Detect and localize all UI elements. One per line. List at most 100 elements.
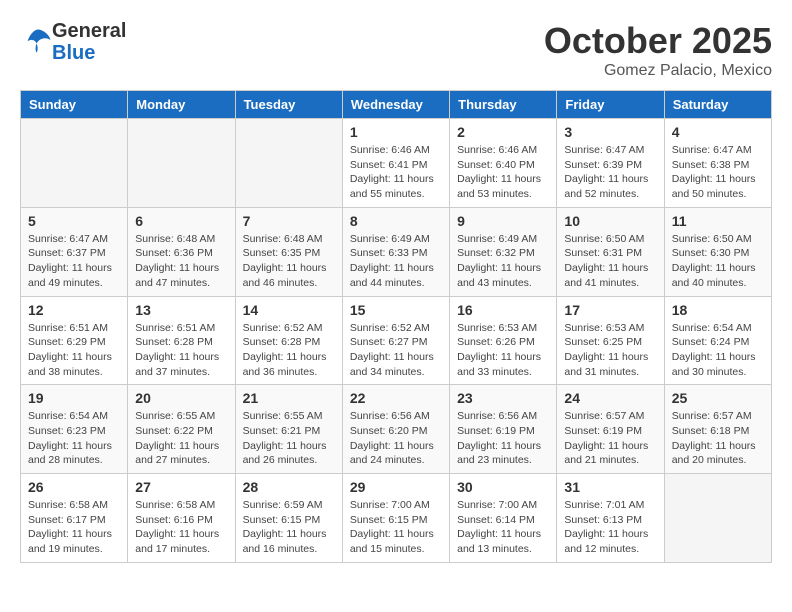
day-number: 10 <box>564 213 656 229</box>
day-info: Sunrise: 6:47 AMSunset: 6:39 PMDaylight:… <box>564 143 656 202</box>
calendar-week-row: 19 Sunrise: 6:54 AMSunset: 6:23 PMDayligh… <box>21 385 772 474</box>
day-info: Sunrise: 6:56 AMSunset: 6:19 PMDaylight:… <box>457 409 549 468</box>
day-info: Sunrise: 6:48 AMSunset: 6:35 PMDaylight:… <box>243 232 335 291</box>
day-info: Sunrise: 6:55 AMSunset: 6:22 PMDaylight:… <box>135 409 227 468</box>
day-number: 2 <box>457 124 549 140</box>
calendar-day-cell: 17 Sunrise: 6:53 AMSunset: 6:25 PMDayligh… <box>557 296 664 385</box>
day-number: 28 <box>243 479 335 495</box>
day-of-week-header: Wednesday <box>342 91 449 119</box>
day-number: 17 <box>564 302 656 318</box>
day-number: 20 <box>135 390 227 406</box>
day-number: 23 <box>457 390 549 406</box>
day-info: Sunrise: 6:47 AMSunset: 6:38 PMDaylight:… <box>672 143 764 202</box>
day-info: Sunrise: 6:55 AMSunset: 6:21 PMDaylight:… <box>243 409 335 468</box>
day-number: 29 <box>350 479 442 495</box>
calendar-day-cell <box>664 474 771 563</box>
day-of-week-header: Tuesday <box>235 91 342 119</box>
calendar-day-cell: 7 Sunrise: 6:48 AMSunset: 6:35 PMDaylight… <box>235 207 342 296</box>
logo-bird-icon <box>24 26 52 54</box>
day-of-week-header: Thursday <box>450 91 557 119</box>
calendar-day-cell <box>21 119 128 208</box>
day-info: Sunrise: 6:54 AMSunset: 6:24 PMDaylight:… <box>672 321 764 380</box>
day-number: 16 <box>457 302 549 318</box>
day-number: 25 <box>672 390 764 406</box>
day-number: 24 <box>564 390 656 406</box>
day-info: Sunrise: 6:49 AMSunset: 6:32 PMDaylight:… <box>457 232 549 291</box>
calendar-body: 1 Sunrise: 6:46 AMSunset: 6:41 PMDaylight… <box>21 119 772 563</box>
calendar-day-cell: 29 Sunrise: 7:00 AMSunset: 6:15 PMDayligh… <box>342 474 449 563</box>
day-number: 13 <box>135 302 227 318</box>
day-number: 14 <box>243 302 335 318</box>
day-number: 22 <box>350 390 442 406</box>
day-info: Sunrise: 6:56 AMSunset: 6:20 PMDaylight:… <box>350 409 442 468</box>
calendar-day-cell <box>128 119 235 208</box>
calendar-day-cell: 5 Sunrise: 6:47 AMSunset: 6:37 PMDaylight… <box>21 207 128 296</box>
day-number: 30 <box>457 479 549 495</box>
day-number: 31 <box>564 479 656 495</box>
day-number: 4 <box>672 124 764 140</box>
calendar-table: SundayMondayTuesdayWednesdayThursdayFrid… <box>20 90 772 563</box>
day-number: 11 <box>672 213 764 229</box>
calendar-day-cell <box>235 119 342 208</box>
calendar-day-cell: 6 Sunrise: 6:48 AMSunset: 6:36 PMDaylight… <box>128 207 235 296</box>
calendar-day-cell: 27Sunrise: 6:58 AMSunset: 6:16 PMDayligh… <box>128 474 235 563</box>
calendar-day-cell: 8 Sunrise: 6:49 AMSunset: 6:33 PMDaylight… <box>342 207 449 296</box>
calendar-day-cell: 21 Sunrise: 6:55 AMSunset: 6:21 PMDayligh… <box>235 385 342 474</box>
calendar-day-cell: 22 Sunrise: 6:56 AMSunset: 6:20 PMDayligh… <box>342 385 449 474</box>
day-number: 1 <box>350 124 442 140</box>
day-number: 8 <box>350 213 442 229</box>
day-info: Sunrise: 6:50 AMSunset: 6:30 PMDaylight:… <box>672 232 764 291</box>
location-subtitle: Gomez Palacio, Mexico <box>544 62 772 80</box>
day-info: Sunrise: 6:51 AMSunset: 6:28 PMDaylight:… <box>135 321 227 380</box>
calendar-day-cell: 9 Sunrise: 6:49 AMSunset: 6:32 PMDaylight… <box>450 207 557 296</box>
day-number: 19 <box>28 390 120 406</box>
calendar-day-cell: 28Sunrise: 6:59 AMSunset: 6:15 PMDayligh… <box>235 474 342 563</box>
day-of-week-header: Friday <box>557 91 664 119</box>
day-number: 7 <box>243 213 335 229</box>
calendar-day-cell: 31 Sunrise: 7:01 AMSunset: 6:13 PMDayligh… <box>557 474 664 563</box>
day-info: Sunrise: 6:48 AMSunset: 6:36 PMDaylight:… <box>135 232 227 291</box>
calendar-day-cell: 18 Sunrise: 6:54 AMSunset: 6:24 PMDayligh… <box>664 296 771 385</box>
calendar-header-row: SundayMondayTuesdayWednesdayThursdayFrid… <box>21 91 772 119</box>
calendar-week-row: 5 Sunrise: 6:47 AMSunset: 6:37 PMDaylight… <box>21 207 772 296</box>
calendar-day-cell: 15Sunrise: 6:52 AMSunset: 6:27 PMDayligh… <box>342 296 449 385</box>
day-info: Sunrise: 7:00 AMSunset: 6:15 PMDaylight:… <box>350 498 442 557</box>
day-info: Sunrise: 6:52 AMSunset: 6:28 PMDaylight:… <box>243 321 335 380</box>
calendar-day-cell: 16Sunrise: 6:53 AMSunset: 6:26 PMDayligh… <box>450 296 557 385</box>
calendar-day-cell: 10 Sunrise: 6:50 AMSunset: 6:31 PMDayligh… <box>557 207 664 296</box>
day-number: 5 <box>28 213 120 229</box>
day-info: Sunrise: 6:51 AMSunset: 6:29 PMDaylight:… <box>28 321 120 380</box>
day-info: Sunrise: 6:58 AMSunset: 6:16 PMDaylight:… <box>135 498 227 557</box>
calendar-day-cell: 12Sunrise: 6:51 AMSunset: 6:29 PMDayligh… <box>21 296 128 385</box>
day-info: Sunrise: 7:01 AMSunset: 6:13 PMDaylight:… <box>564 498 656 557</box>
day-info: Sunrise: 6:53 AMSunset: 6:25 PMDaylight:… <box>564 321 656 380</box>
calendar-day-cell: 19 Sunrise: 6:54 AMSunset: 6:23 PMDayligh… <box>21 385 128 474</box>
day-number: 9 <box>457 213 549 229</box>
calendar-day-cell: 23 Sunrise: 6:56 AMSunset: 6:19 PMDayligh… <box>450 385 557 474</box>
day-info: Sunrise: 6:57 AMSunset: 6:18 PMDaylight:… <box>672 409 764 468</box>
page-header: General Blue October 2025 Gomez Palacio,… <box>20 20 772 80</box>
calendar-day-cell: 11 Sunrise: 6:50 AMSunset: 6:30 PMDayligh… <box>664 207 771 296</box>
day-info: Sunrise: 6:50 AMSunset: 6:31 PMDaylight:… <box>564 232 656 291</box>
day-number: 26 <box>28 479 120 495</box>
logo: General Blue <box>20 20 126 64</box>
calendar-day-cell: 1 Sunrise: 6:46 AMSunset: 6:41 PMDaylight… <box>342 119 449 208</box>
day-info: Sunrise: 6:49 AMSunset: 6:33 PMDaylight:… <box>350 232 442 291</box>
day-info: Sunrise: 6:46 AMSunset: 6:41 PMDaylight:… <box>350 143 442 202</box>
day-number: 6 <box>135 213 227 229</box>
day-info: Sunrise: 6:52 AMSunset: 6:27 PMDaylight:… <box>350 321 442 380</box>
day-number: 21 <box>243 390 335 406</box>
day-of-week-header: Monday <box>128 91 235 119</box>
title-block: October 2025 Gomez Palacio, Mexico <box>544 20 772 80</box>
day-info: Sunrise: 6:57 AMSunset: 6:19 PMDaylight:… <box>564 409 656 468</box>
month-title: October 2025 <box>544 20 772 62</box>
day-info: Sunrise: 6:47 AMSunset: 6:37 PMDaylight:… <box>28 232 120 291</box>
calendar-week-row: 1 Sunrise: 6:46 AMSunset: 6:41 PMDaylight… <box>21 119 772 208</box>
calendar-day-cell: 2Sunrise: 6:46 AMSunset: 6:40 PMDaylight… <box>450 119 557 208</box>
day-info: Sunrise: 6:54 AMSunset: 6:23 PMDaylight:… <box>28 409 120 468</box>
calendar-day-cell: 14 Sunrise: 6:52 AMSunset: 6:28 PMDayligh… <box>235 296 342 385</box>
calendar-day-cell: 3Sunrise: 6:47 AMSunset: 6:39 PMDaylight… <box>557 119 664 208</box>
calendar-day-cell: 30Sunrise: 7:00 AMSunset: 6:14 PMDayligh… <box>450 474 557 563</box>
calendar-day-cell: 13 Sunrise: 6:51 AMSunset: 6:28 PMDayligh… <box>128 296 235 385</box>
day-number: 18 <box>672 302 764 318</box>
